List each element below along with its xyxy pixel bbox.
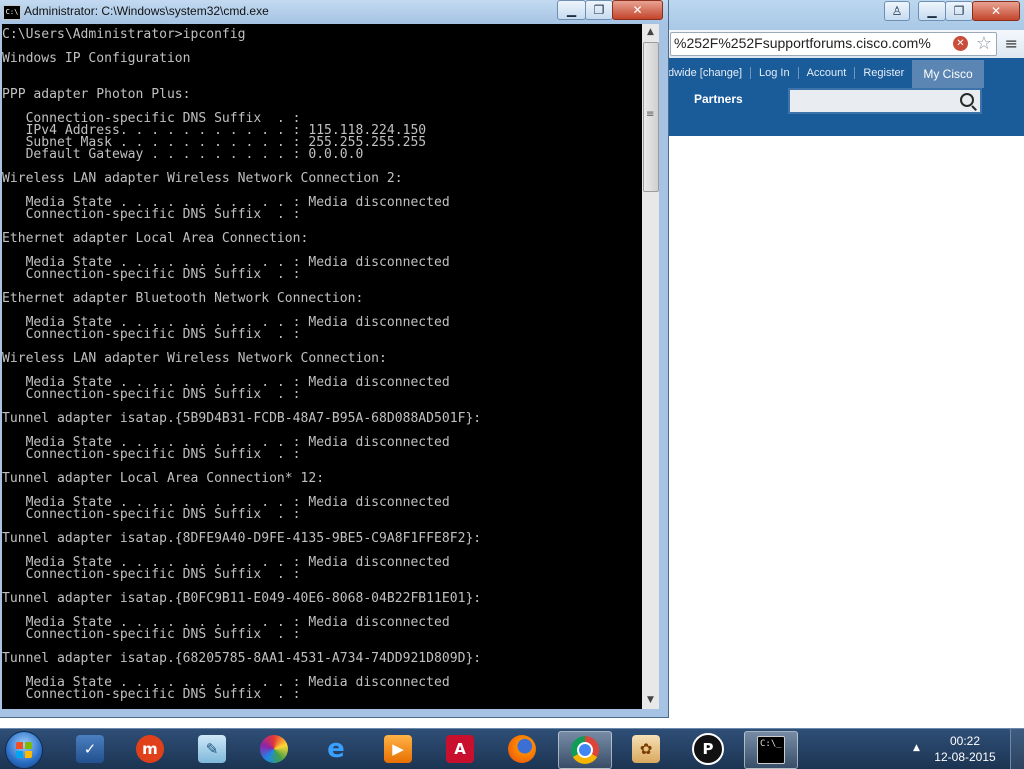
taskbar-app-cmd[interactable]: C:\_ <box>744 731 798 769</box>
browser-window: ♙ ▁ ❐ ✕ %252F%252Fsupportforums.cisco.co… <box>662 0 1024 728</box>
console-text: C:\Users\Administrator>ipconfig Windows … <box>2 27 482 702</box>
pinwheel-icon <box>260 735 288 763</box>
browser-minimize-button[interactable]: ▁ <box>918 1 946 21</box>
cmd-app-icon[interactable]: C:\ <box>3 5 21 20</box>
cisco-search-input[interactable] <box>788 88 982 114</box>
clock-date: 12-08-2015 <box>934 750 996 764</box>
cmd-titlebar[interactable]: C:\ Administrator: C:\Windows\system32\c… <box>0 0 668 24</box>
browser-close-button[interactable]: ✕ <box>972 1 1020 21</box>
command-prompt-icon: C:\_ <box>757 736 785 764</box>
browser-toolbar: %252F%252Fsupportforums.cisco.com% ✕ ☆ ≡ <box>662 30 1024 59</box>
taskbar-app-firefox[interactable] <box>496 731 548 767</box>
m-logo-icon: m <box>136 735 164 763</box>
show-hidden-icons-icon[interactable]: ▲ <box>913 743 920 753</box>
show-desktop-button[interactable] <box>1010 729 1024 769</box>
region-change-link[interactable]: dwide [change] <box>662 67 751 79</box>
bookmark-star-icon[interactable]: ☆ <box>976 33 992 54</box>
taskbar-app-activity[interactable]: ✓ <box>64 731 116 767</box>
cmd-window-title: Administrator: C:\Windows\system32\cmd.e… <box>24 4 269 18</box>
cmd-close-button[interactable]: ✕ <box>612 0 663 20</box>
firefox-icon <box>508 735 536 763</box>
internet-explorer-icon: e <box>327 734 345 764</box>
address-url: %252F%252Fsupportforums.cisco.com% <box>674 35 931 51</box>
console-scrollbar[interactable]: ▲ ▼ <box>642 24 659 709</box>
browser-menu-icon[interactable]: ≡ <box>1005 34 1018 53</box>
cmd-restore-button[interactable]: ❐ <box>585 0 613 20</box>
register-link[interactable]: Register <box>855 67 912 79</box>
windows-logo-icon <box>16 742 32 758</box>
cmd-window: C:\ Administrator: C:\Windows\system32\c… <box>0 0 669 718</box>
search-icon[interactable] <box>960 93 974 107</box>
checkmark-chart-icon: ✓ <box>76 735 104 763</box>
system-clock[interactable]: 00:22 12-08-2015 <box>930 733 1000 765</box>
stop-loading-icon[interactable]: ✕ <box>953 36 968 51</box>
scroll-down-arrow-icon[interactable]: ▼ <box>642 692 659 709</box>
taskbar-app-ie[interactable]: e <box>310 731 362 767</box>
p-logo-icon: P <box>692 733 724 765</box>
cisco-header: dwide [change] Log In Account Register M… <box>662 58 1024 136</box>
taskbar-app-notes[interactable]: ✎ <box>186 731 238 767</box>
taskbar: ✓ m ✎ e ▶ A ✿ P C:\_ ▲ 00:22 12-08-2015 <box>0 728 1024 769</box>
login-link[interactable]: Log In <box>751 67 799 79</box>
media-player-icon: ▶ <box>384 735 412 763</box>
partners-link[interactable]: Partners <box>694 92 743 106</box>
browser-restore-button[interactable]: ❐ <box>945 1 973 21</box>
paint-palette-icon: ✿ <box>632 735 660 763</box>
scrollbar-thumb[interactable] <box>643 42 659 192</box>
cisco-top-links: dwide [change] Log In Account Register <box>662 62 912 84</box>
start-button[interactable] <box>5 731 43 769</box>
taskbar-app-acrobat[interactable]: A <box>434 731 486 767</box>
taskbar-app-chrome[interactable] <box>558 731 612 769</box>
user-icon: ♙ <box>891 4 903 18</box>
taskbar-app-media-player[interactable]: ▶ <box>372 731 424 767</box>
scroll-up-arrow-icon[interactable]: ▲ <box>642 24 659 41</box>
taskbar-app-m[interactable]: m <box>124 731 176 767</box>
notepad-icon: ✎ <box>198 735 226 763</box>
console-output[interactable]: C:\Users\Administrator>ipconfig Windows … <box>2 24 642 709</box>
browser-titlebar: ♙ ▁ ❐ ✕ <box>662 0 1024 30</box>
address-bar[interactable]: %252F%252Fsupportforums.cisco.com% ✕ ☆ <box>670 32 997 56</box>
taskbar-app-picasa[interactable] <box>248 731 300 767</box>
chrome-icon <box>571 736 599 764</box>
my-cisco-tab[interactable]: My Cisco <box>912 60 984 88</box>
browser-user-button[interactable]: ♙ <box>884 1 910 21</box>
account-link[interactable]: Account <box>799 67 856 79</box>
clock-time: 00:22 <box>949 734 981 748</box>
cmd-minimize-button[interactable]: ▁ <box>557 0 586 20</box>
acrobat-pdf-icon: A <box>446 735 474 763</box>
taskbar-app-p[interactable]: P <box>682 731 734 767</box>
taskbar-app-paint[interactable]: ✿ <box>620 731 672 767</box>
